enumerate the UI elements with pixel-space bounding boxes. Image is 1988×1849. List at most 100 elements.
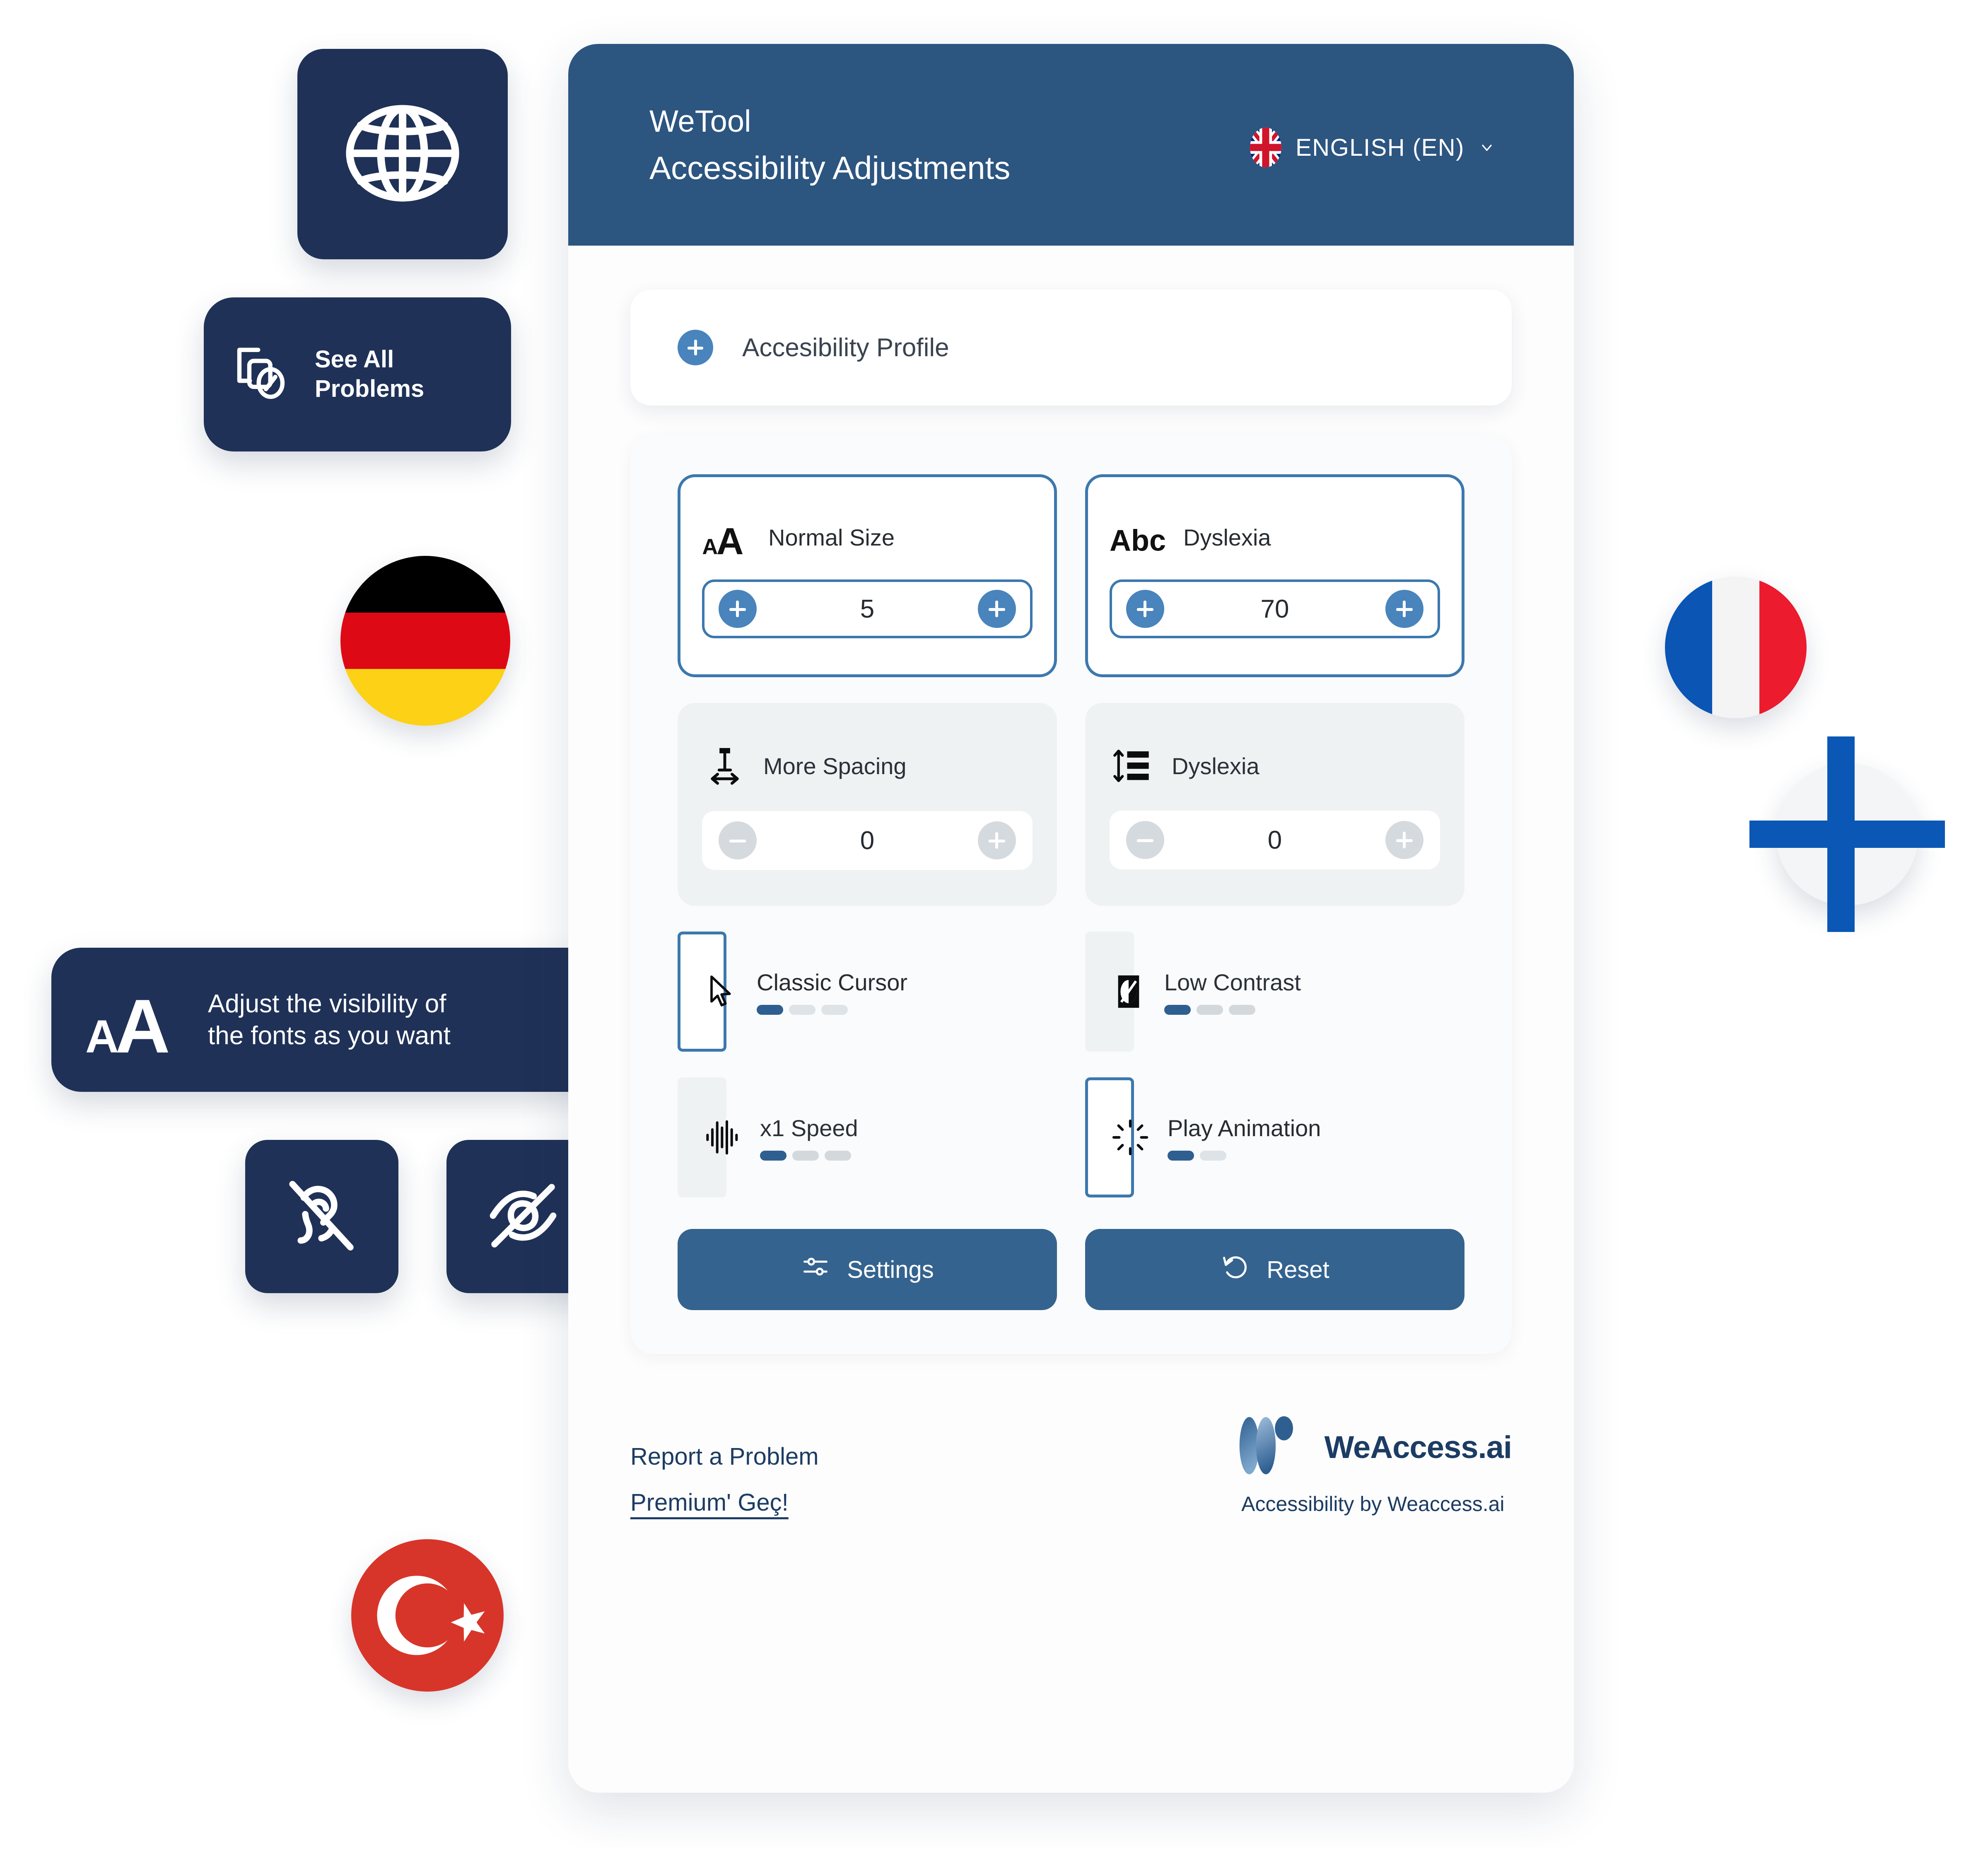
tile-header: Dyslexia xyxy=(1110,739,1440,788)
accessibility-panel: WeTool Accessibility Adjustments ENGLISH… xyxy=(568,44,1574,1793)
stepper-control: 70 xyxy=(1110,579,1440,638)
accessibility-profile-card[interactable]: Accesibility Profile xyxy=(630,290,1512,406)
abc-font-icon: Abc xyxy=(1110,517,1168,558)
tile-low-contrast[interactable]: Low Contrast xyxy=(1085,932,1301,1052)
tile-content: x1 Speed xyxy=(760,1115,858,1161)
tile-header: More Spacing xyxy=(702,739,1033,789)
audio-wave-icon xyxy=(702,1115,743,1160)
hearing-off-icon xyxy=(277,1171,367,1263)
font-size-aa-icon: A A xyxy=(84,980,183,1069)
page-title: Accessibility Adjustments xyxy=(649,149,1011,186)
brand-name: WeAccess.ai xyxy=(1324,1430,1512,1465)
increase-button[interactable] xyxy=(1385,821,1423,859)
adjustments-grid: A A Normal Size 5 Abc Dyslexia 70 More S… xyxy=(678,474,1464,1197)
turkey-flag-icon[interactable] xyxy=(351,1539,504,1692)
see-all-problems-label: See All Problems xyxy=(315,346,425,402)
chevron-down-icon[interactable] xyxy=(1479,139,1495,156)
rotate-ccw-icon xyxy=(1220,1252,1250,1287)
svg-text:A: A xyxy=(717,521,744,557)
tile-speed[interactable]: x1 Speed xyxy=(678,1077,858,1197)
level-indicator[interactable] xyxy=(1168,1150,1321,1161)
level-segment xyxy=(757,1004,783,1015)
spinner-icon xyxy=(1110,1115,1151,1160)
tile-header: A A Normal Size xyxy=(702,513,1033,557)
level-segment xyxy=(789,1004,815,1015)
tile-label: Low Contrast xyxy=(1164,969,1301,995)
settings-label: Settings xyxy=(847,1256,934,1283)
tile-label: Dyslexia xyxy=(1172,753,1259,779)
language-label: ENGLISH (EN) xyxy=(1296,134,1464,161)
tile-content: Classic Cursor xyxy=(757,969,907,1015)
brand-tagline: Accessibility by Weaccess.ai xyxy=(1241,1492,1505,1516)
tile-more-spacing[interactable]: More Spacing 0 xyxy=(678,703,1057,906)
accessibility-profile-label: Accesibility Profile xyxy=(742,333,949,362)
decrease-button[interactable] xyxy=(1126,821,1164,859)
increase-button[interactable] xyxy=(1385,590,1423,628)
level-segment xyxy=(825,1150,851,1161)
decrease-button[interactable] xyxy=(719,590,757,628)
app-title: WeTool xyxy=(649,104,751,138)
panel-footer: Report a Problem Premium' Geç! WeAccess.… xyxy=(568,1415,1574,1516)
level-indicator[interactable] xyxy=(760,1150,858,1161)
brand-block: WeAccess.ai Accessibility by Weaccess.ai xyxy=(1234,1415,1512,1516)
stepper-control: 0 xyxy=(702,811,1033,870)
svg-text:A: A xyxy=(115,983,170,1058)
tile-header: Abc Dyslexia xyxy=(1110,513,1440,558)
tile-normal-size[interactable]: A A Normal Size 5 xyxy=(678,474,1057,677)
see-all-problems-badge[interactable]: See All Problems xyxy=(204,297,511,451)
sliders-icon xyxy=(801,1252,830,1287)
level-indicator[interactable] xyxy=(757,1004,907,1015)
font-size-aa-icon: A A xyxy=(702,517,753,557)
stepper-value: 0 xyxy=(860,826,875,855)
globe-badge[interactable] xyxy=(297,49,508,259)
level-indicator[interactable] xyxy=(1164,1004,1301,1015)
tile-label: Normal Size xyxy=(768,524,895,550)
france-flag-icon[interactable] xyxy=(1665,577,1807,718)
tile-content: Play Animation xyxy=(1168,1115,1321,1161)
tile-label: x1 Speed xyxy=(760,1115,858,1141)
weaccess-w-logo-icon xyxy=(1234,1415,1310,1480)
increase-button[interactable] xyxy=(977,821,1016,859)
font-visibility-tooltip: A A Adjust the visibility of the fonts a… xyxy=(51,948,635,1092)
panel-header: WeTool Accessibility Adjustments ENGLISH… xyxy=(568,44,1574,246)
premium-link[interactable]: Premium' Geç! xyxy=(630,1489,819,1516)
level-segment xyxy=(821,1004,848,1015)
tile-classic-cursor[interactable]: Classic Cursor xyxy=(678,932,907,1052)
uk-flag-icon xyxy=(1250,128,1282,167)
report-problem-link[interactable]: Report a Problem xyxy=(630,1443,819,1470)
increase-button[interactable] xyxy=(977,590,1016,628)
plus-circle-icon[interactable] xyxy=(678,330,713,365)
finland-flag-icon[interactable] xyxy=(1749,736,1945,932)
tile-play-animation[interactable]: Play Animation xyxy=(1085,1077,1321,1197)
stepper-value: 0 xyxy=(1267,826,1282,854)
line-height-icon xyxy=(1110,743,1156,788)
report-problems-icon xyxy=(229,340,296,409)
decrease-button[interactable] xyxy=(719,821,757,859)
cursor-arrow-icon xyxy=(702,969,740,1014)
adjustments-panel: A A Normal Size 5 Abc Dyslexia 70 More S… xyxy=(630,435,1512,1354)
contrast-icon xyxy=(1110,969,1148,1014)
stepper-control: 0 xyxy=(1110,811,1440,869)
screenshot-root: See All Problems A A Adjust the visibili… xyxy=(0,0,1988,1849)
svg-text:A: A xyxy=(702,535,718,557)
level-segment xyxy=(1164,1004,1191,1015)
language-selector[interactable]: ENGLISH (EN) xyxy=(1250,128,1495,167)
stepper-value: 70 xyxy=(1260,594,1289,623)
hearing-off-badge[interactable] xyxy=(245,1140,398,1293)
globe-icon xyxy=(340,91,465,217)
reset-button[interactable]: Reset xyxy=(1085,1229,1464,1310)
tile-dyslexia-font[interactable]: Abc Dyslexia 70 xyxy=(1085,474,1464,677)
tile-label: Play Animation xyxy=(1168,1115,1321,1141)
tile-content: Low Contrast xyxy=(1164,969,1301,1015)
settings-button[interactable]: Settings xyxy=(678,1229,1057,1310)
stepper-value: 5 xyxy=(860,594,875,623)
footer-links: Report a Problem Premium' Geç! xyxy=(630,1415,819,1516)
decrease-button[interactable] xyxy=(1126,590,1164,628)
svg-text:A: A xyxy=(85,1011,119,1058)
brand-row: WeAccess.ai xyxy=(1234,1415,1512,1480)
germany-flag-icon[interactable] xyxy=(340,556,510,726)
reset-label: Reset xyxy=(1267,1256,1329,1283)
tile-dyslexia-line-height[interactable]: Dyslexia 0 xyxy=(1085,703,1464,906)
level-segment xyxy=(1168,1150,1194,1161)
panel-body: Accesibility Profile A A Normal Size 5 A… xyxy=(568,290,1574,1354)
